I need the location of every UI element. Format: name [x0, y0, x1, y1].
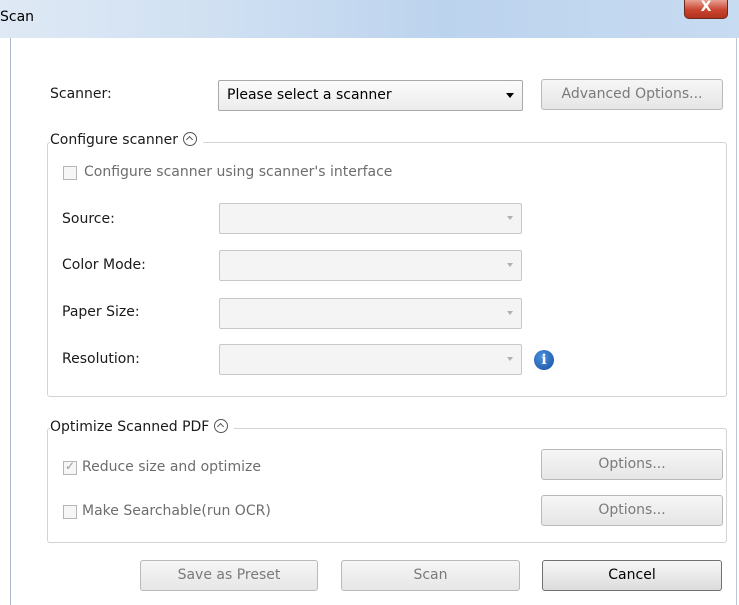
configure-scanner-header[interactable]: Configure scanner — [50, 132, 203, 148]
ocr-options-button[interactable]: Options... — [541, 495, 723, 526]
chevron-down-icon — [507, 263, 513, 267]
resolution-label: Resolution: — [62, 351, 140, 367]
chevron-up-circle-icon[interactable] — [183, 132, 197, 146]
make-searchable-label: Make Searchable(run OCR) — [82, 503, 271, 519]
close-icon: X — [700, 0, 712, 15]
paper-size-select[interactable] — [219, 298, 522, 329]
chevron-down-icon — [506, 93, 514, 98]
chevron-down-icon — [507, 311, 513, 315]
color-mode-select[interactable] — [219, 250, 522, 281]
chevron-down-icon — [507, 357, 513, 361]
use-scanner-interface-label: Configure scanner using scanner's interf… — [84, 164, 393, 180]
scanner-label: Scanner: — [50, 86, 112, 102]
color-mode-label: Color Mode: — [62, 257, 146, 273]
close-button[interactable]: X — [684, 0, 728, 19]
save-as-preset-button[interactable]: Save as Preset — [140, 560, 318, 591]
window-frame-left — [10, 38, 11, 605]
window-title: Scan — [0, 9, 35, 25]
scan-button[interactable]: Scan — [341, 560, 520, 591]
cancel-button[interactable]: Cancel — [542, 560, 722, 591]
source-select[interactable] — [219, 203, 522, 234]
source-label: Source: — [62, 211, 115, 227]
title-bar: Scan X — [0, 0, 739, 38]
scanner-select-value: Please select a scanner — [227, 87, 392, 103]
chevron-down-icon — [507, 216, 513, 220]
optimize-pdf-header[interactable]: Optimize Scanned PDF — [50, 419, 235, 435]
optimize-pdf-title: Optimize Scanned PDF — [50, 419, 210, 435]
paper-size-label: Paper Size: — [62, 304, 140, 320]
scanner-select[interactable]: Please select a scanner — [218, 80, 523, 111]
chevron-up-circle-icon[interactable] — [214, 419, 229, 433]
info-icon[interactable]: i — [534, 350, 554, 370]
use-scanner-interface-checkbox[interactable] — [63, 166, 77, 180]
advanced-options-button[interactable]: Advanced Options... — [541, 79, 723, 110]
make-searchable-checkbox[interactable] — [63, 505, 77, 519]
window-frame-right — [736, 38, 737, 605]
resolution-select[interactable] — [219, 344, 522, 375]
configure-scanner-title: Configure scanner — [50, 132, 178, 148]
reduce-size-checkbox[interactable] — [63, 459, 77, 475]
reduce-options-button[interactable]: Options... — [541, 449, 723, 480]
reduce-size-label: Reduce size and optimize — [82, 459, 261, 475]
